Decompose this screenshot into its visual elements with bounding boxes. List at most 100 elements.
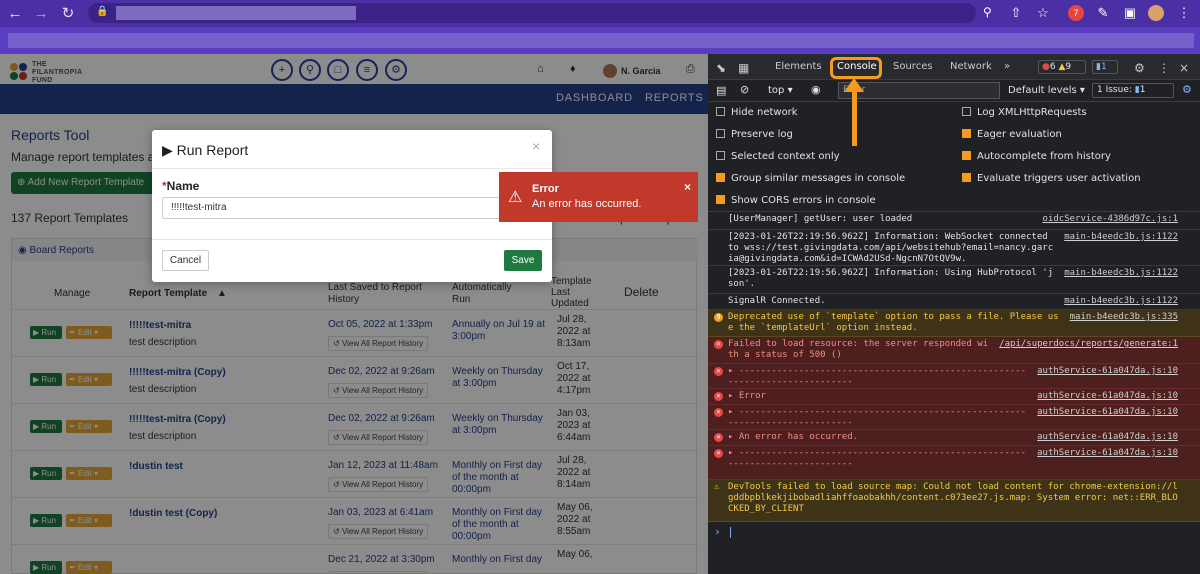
save-button[interactable]: Save: [504, 250, 542, 271]
source-link[interactable]: oidcService-4386d97c.js:1: [1043, 214, 1178, 225]
address-bar[interactable]: 🔒 ⚲: [88, 3, 992, 23]
source-link[interactable]: main-b4eedc3b.js:1122: [1064, 232, 1178, 243]
console-prompt[interactable]: › |: [714, 526, 734, 537]
checkbox[interactable]: [716, 129, 725, 138]
console-option-label: Eager evaluation: [977, 129, 1062, 140]
close-devtools-icon[interactable]: ×: [1179, 61, 1189, 75]
lock-icon: 🔒: [96, 6, 109, 17]
console-message: × Failed to load resource: the server res…: [708, 337, 1200, 364]
console-option[interactable]: Selected context only: [716, 151, 840, 162]
menu-dots-icon[interactable]: ⋮: [1176, 5, 1192, 21]
console-option[interactable]: Preserve log: [716, 129, 793, 140]
tab-network[interactable]: Network: [950, 61, 992, 72]
warning-icon: ⚠: [508, 189, 523, 206]
share-icon[interactable]: ⇧: [1008, 5, 1024, 21]
info-count[interactable]: ▮1: [1092, 60, 1118, 74]
source-link[interactable]: authService-61a047da.js:10: [1037, 432, 1178, 443]
console-message-text: [2023-01-26T22:19:56.962Z] Information: …: [728, 232, 1054, 264]
bookmarks-bar: [0, 27, 1200, 54]
console-message: 9 Deprecated use of `template` option to …: [708, 310, 1200, 337]
clear-console-icon[interactable]: ⊘: [740, 83, 749, 96]
play-icon: ▶: [162, 142, 177, 158]
back-icon[interactable]: ←: [7, 6, 23, 22]
console-option[interactable]: Show CORS errors in console: [716, 195, 876, 206]
console-option-label: Group similar messages in console: [731, 173, 906, 184]
checkbox[interactable]: [962, 107, 971, 116]
toast-title: Error: [532, 183, 559, 195]
close-icon[interactable]: ×: [532, 138, 540, 154]
console-option[interactable]: Hide network: [716, 107, 798, 118]
checkbox[interactable]: [716, 173, 725, 182]
source-link[interactable]: authService-61a047da.js:10: [1037, 391, 1178, 402]
run-report-modal: ▶ Run Report × *Name !!!!!test-mitra Can…: [152, 130, 552, 282]
redacted-url: [116, 6, 356, 20]
settings-gear-icon[interactable]: ⚙: [1134, 61, 1145, 75]
profile-avatar[interactable]: [1148, 5, 1164, 21]
console-message: SignalR Connected. main-b4eedc3b.js:1122: [708, 294, 1200, 310]
device-icon[interactable]: ▦: [738, 61, 749, 75]
close-icon[interactable]: ×: [684, 180, 691, 194]
checkbox[interactable]: [962, 151, 971, 160]
issues-button[interactable]: 1 Issue: ▮1: [1092, 83, 1174, 98]
sidebar-icon[interactable]: ▣: [1122, 5, 1138, 21]
toast-message: An error has occurred.: [532, 198, 642, 210]
console-message: [UserManager] getUser: user loaded oidcSe…: [708, 212, 1200, 230]
source-link[interactable]: main-b4eedc3b.js:1122: [1064, 268, 1178, 279]
console-option[interactable]: Evaluate triggers user activation: [962, 173, 1141, 184]
extension-icon[interactable]: 7: [1068, 5, 1084, 21]
source-link[interactable]: main-b4eedc3b.js:335: [1070, 312, 1178, 323]
puzzle-icon[interactable]: ✎: [1095, 5, 1111, 21]
console-message-text: ▸ --------------------------------------…: [728, 448, 1027, 469]
console-message: × ▸ An error has occurred. authService-61a…: [708, 430, 1200, 446]
checkbox[interactable]: [716, 151, 725, 160]
eye-icon[interactable]: ◉: [811, 83, 821, 96]
reload-icon[interactable]: ↻: [60, 6, 76, 22]
tab-console[interactable]: Console: [837, 61, 877, 72]
tab-elements[interactable]: Elements: [775, 61, 822, 72]
inspect-icon[interactable]: ⬊: [716, 61, 726, 75]
console-message-text: Deprecated use of `template` option to p…: [728, 312, 1059, 333]
checkbox[interactable]: [716, 107, 725, 116]
console-log: [UserManager] getUser: user loaded oidcSe…: [708, 211, 1200, 574]
warning-count: 9: [1065, 62, 1072, 72]
error-icon: ×: [714, 367, 723, 376]
sidebar-toggle-icon[interactable]: ▤: [716, 84, 726, 97]
source-link[interactable]: main-b4eedc3b.js:1122: [1064, 296, 1178, 307]
issues-count: 1: [1139, 85, 1146, 95]
source-link[interactable]: authService-61a047da.js:10: [1037, 448, 1178, 459]
source-link[interactable]: /api/superdocs/reports/generate:1: [999, 339, 1178, 350]
name-label: *Name: [162, 179, 200, 193]
error-icon: ×: [714, 392, 723, 401]
console-message: [2023-01-26T22:19:56.962Z] Information: …: [708, 266, 1200, 294]
name-input[interactable]: !!!!!test-mitra: [162, 197, 522, 219]
context-select[interactable]: top ▾: [768, 85, 793, 96]
checkbox[interactable]: [962, 129, 971, 138]
console-option[interactable]: Autocomplete from history: [962, 151, 1111, 162]
console-message: × ▸ -------------------------------------…: [708, 405, 1200, 430]
more-tabs-icon[interactable]: »: [1004, 61, 1010, 72]
console-option-label: Selected context only: [731, 151, 840, 162]
console-option[interactable]: Log XMLHttpRequests: [962, 107, 1087, 118]
log-levels-select[interactable]: Default levels ▾: [1008, 85, 1085, 96]
forward-icon[interactable]: →: [33, 6, 49, 22]
zoom-icon[interactable]: ⚲: [983, 5, 992, 19]
source-link[interactable]: authService-61a047da.js:10: [1037, 366, 1178, 377]
bookmark-star-icon[interactable]: ☆: [1035, 5, 1051, 21]
info-count-value: 1: [1100, 62, 1107, 72]
error-icon: ×: [714, 449, 723, 458]
console-message-text: DevTools failed to load source map: Coul…: [728, 482, 1178, 514]
devtools-tabs: ⬊ ▦ Elements Console Sources Network » ●…: [708, 54, 1200, 80]
error-warning-counts[interactable]: ●6 ▲9: [1038, 60, 1086, 74]
checkbox[interactable]: [716, 195, 725, 204]
divider: [152, 239, 552, 240]
console-settings-icon[interactable]: ⚙: [1182, 83, 1192, 96]
checkbox[interactable]: [962, 173, 971, 182]
more-options-icon[interactable]: ⋮: [1158, 61, 1170, 75]
source-link[interactable]: authService-61a047da.js:10: [1037, 407, 1178, 418]
console-option-label: Preserve log: [731, 129, 793, 140]
console-option[interactable]: Eager evaluation: [962, 129, 1062, 140]
console-option[interactable]: Group similar messages in console: [716, 173, 905, 184]
tab-sources[interactable]: Sources: [893, 61, 933, 72]
console-message: × ▸ -------------------------------------…: [708, 446, 1200, 480]
cancel-button[interactable]: Cancel: [162, 250, 209, 271]
